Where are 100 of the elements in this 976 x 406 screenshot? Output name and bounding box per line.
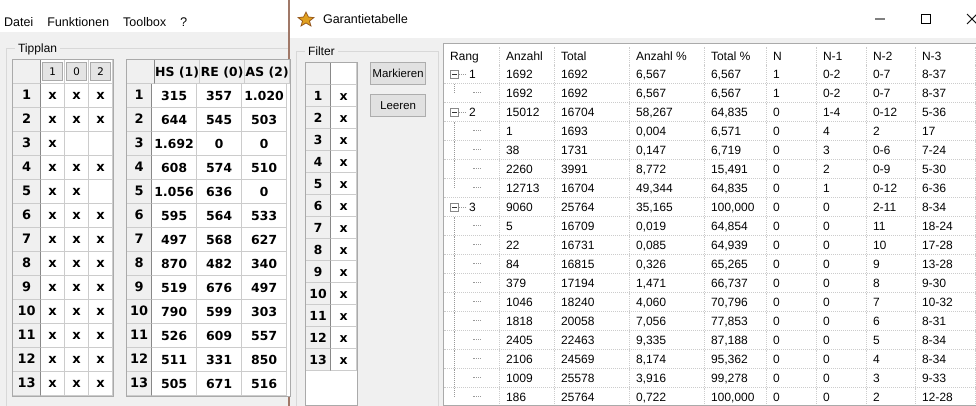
empty-cell[interactable] xyxy=(89,180,113,204)
column-header[interactable]: Anzahl % xyxy=(630,47,705,65)
grid-cell[interactable]: x xyxy=(89,156,113,180)
grid-cell[interactable]: x xyxy=(89,348,113,372)
tree-cell[interactable]: 2 xyxy=(469,105,476,119)
table-cell: 8-34 xyxy=(916,350,976,368)
close-icon[interactable] xyxy=(966,13,976,25)
grid-cell: 303 xyxy=(242,300,287,324)
grid-cell[interactable]: x xyxy=(331,107,357,129)
grid-cell[interactable]: x xyxy=(65,372,89,396)
table-cell: 1 xyxy=(817,179,867,197)
grid-cell[interactable]: x xyxy=(65,324,89,348)
column-header[interactable]: N-3 xyxy=(916,47,976,65)
grid-cell: 482 xyxy=(197,252,242,276)
table-cell: 4 xyxy=(817,122,867,140)
grid-cell[interactable]: x xyxy=(331,195,357,217)
grid-cell[interactable]: x xyxy=(65,204,89,228)
tree-cell[interactable]: 1 xyxy=(469,67,476,81)
column-header[interactable]: N-1 xyxy=(817,47,867,65)
table-cell: 17 xyxy=(916,122,976,140)
grid-cell[interactable]: x xyxy=(89,372,113,396)
grid-cell[interactable]: x xyxy=(41,228,65,252)
grid-cell[interactable]: x xyxy=(65,180,89,204)
grid-cell[interactable]: x xyxy=(41,132,65,156)
grid-cell[interactable]: x xyxy=(65,156,89,180)
table-cell: 0 xyxy=(817,388,867,405)
table-cell: 0,147 xyxy=(630,141,705,159)
table-cell: 17-28 xyxy=(916,236,976,254)
grid-cell[interactable]: x xyxy=(89,228,113,252)
menu-item[interactable]: Toolbox xyxy=(121,15,172,29)
grid-cell[interactable]: x xyxy=(331,129,357,151)
grid-cell[interactable]: x xyxy=(89,252,113,276)
grid-cell: 850 xyxy=(242,348,287,372)
grid-cell[interactable]: x xyxy=(331,239,357,261)
column-header[interactable]: Rang xyxy=(444,47,500,65)
grid-cell[interactable]: x xyxy=(65,108,89,132)
grid-cell[interactable]: x xyxy=(41,348,65,372)
grid-cell[interactable]: x xyxy=(41,84,65,108)
grid-cell: 519 xyxy=(152,276,197,300)
column-header-button[interactable]: 0 xyxy=(66,62,87,81)
table-cell: 3991 xyxy=(555,160,630,178)
grid-cell[interactable]: x xyxy=(89,324,113,348)
grid-cell[interactable]: x xyxy=(89,300,113,324)
column-header[interactable]: Total xyxy=(555,47,630,65)
collapse-icon[interactable] xyxy=(450,202,459,212)
column-header[interactable]: Anzahl xyxy=(500,47,555,65)
grid-cell[interactable]: x xyxy=(41,276,65,300)
grid-cell[interactable]: x xyxy=(41,372,65,396)
grid-cell[interactable]: x xyxy=(331,327,357,349)
table-cell: 0 xyxy=(817,312,867,330)
grid-cell[interactable]: x xyxy=(65,276,89,300)
grid-cell[interactable]: x xyxy=(331,173,357,195)
action-button[interactable]: Leeren xyxy=(370,94,426,117)
table-cell: 0-2 xyxy=(817,84,867,102)
table-cell: 1 xyxy=(767,65,817,83)
column-header-button[interactable]: 1 xyxy=(42,62,63,81)
grid-cell[interactable]: x xyxy=(41,300,65,324)
collapse-icon[interactable] xyxy=(450,108,459,116)
grid-cell[interactable]: x xyxy=(65,228,89,252)
collapse-icon[interactable] xyxy=(450,70,459,78)
column-header[interactable]: N-2 xyxy=(867,47,916,65)
column-header[interactable]: N xyxy=(767,47,817,65)
table-cell: 5 xyxy=(500,217,555,235)
grid-cell[interactable]: x xyxy=(331,283,357,305)
menu-item[interactable]: Datei xyxy=(2,15,40,29)
grid-cell[interactable]: x xyxy=(331,217,357,239)
menu-item[interactable]: ? xyxy=(178,15,194,29)
menu-item[interactable]: Funktionen xyxy=(45,15,116,29)
column-header-button[interactable]: 2 xyxy=(90,62,111,81)
grid-cell[interactable]: x xyxy=(65,300,89,324)
grid-cell[interactable]: x xyxy=(41,252,65,276)
column-header[interactable]: Total % xyxy=(705,47,767,65)
grid-cell[interactable]: x xyxy=(89,84,113,108)
grid-cell[interactable]: x xyxy=(41,180,65,204)
table-cell: 0 xyxy=(767,331,817,349)
grid-cell[interactable]: x xyxy=(89,276,113,300)
grid-cell[interactable]: x xyxy=(41,108,65,132)
maximize-icon[interactable] xyxy=(920,13,932,25)
row-header: 13 xyxy=(127,372,152,396)
grid-cell[interactable]: x xyxy=(65,252,89,276)
table-cell: 65,265 xyxy=(705,255,767,273)
grid-cell[interactable]: x xyxy=(89,108,113,132)
table-cell: 100,000 xyxy=(705,198,767,216)
empty-cell[interactable] xyxy=(65,132,89,156)
grid-cell: 505 xyxy=(152,372,197,396)
grid-cell[interactable]: x xyxy=(65,84,89,108)
empty-cell[interactable] xyxy=(89,132,113,156)
grid-cell[interactable]: x xyxy=(331,261,357,283)
grid-cell[interactable]: x xyxy=(331,151,357,173)
grid-cell[interactable]: x xyxy=(89,204,113,228)
tree-cell[interactable]: 3 xyxy=(469,200,476,214)
grid-cell[interactable]: x xyxy=(331,305,357,327)
grid-cell[interactable]: x xyxy=(65,348,89,372)
grid-cell[interactable]: x xyxy=(331,349,357,371)
table-cell: 0 xyxy=(767,141,817,159)
grid-cell[interactable]: x xyxy=(41,156,65,180)
action-button[interactable]: Markieren xyxy=(370,62,426,85)
grid-cell[interactable]: x xyxy=(331,85,357,107)
grid-cell[interactable]: x xyxy=(41,324,65,348)
grid-cell[interactable]: x xyxy=(41,204,65,228)
